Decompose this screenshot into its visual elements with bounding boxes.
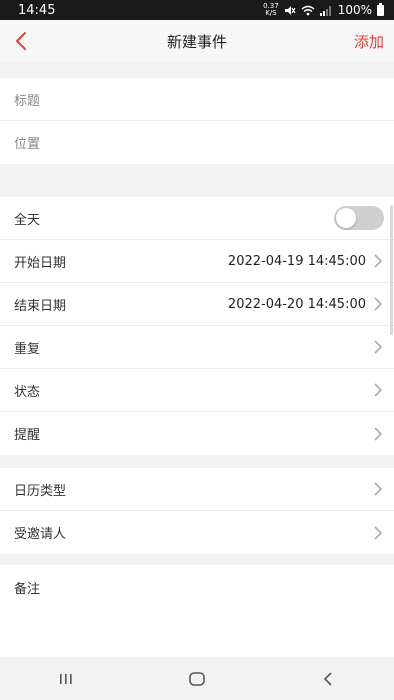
toggle-knob (336, 208, 356, 228)
title-row[interactable]: 标题 (0, 78, 394, 121)
chevron-right-icon (374, 482, 383, 496)
signal-icon (319, 5, 331, 16)
home-icon (189, 671, 205, 686)
reminder-label: 提醒 (14, 428, 41, 443)
back-button[interactable] (6, 20, 36, 62)
end-date-row[interactable]: 结束日期 2022-04-20 14:45:00 (0, 283, 394, 326)
invitees-row[interactable]: 受邀请人 (0, 511, 394, 554)
start-date-value: 2022-04-19 14:45:00 (227, 253, 366, 269)
all-day-toggle[interactable] (334, 206, 384, 230)
title-input[interactable]: 标题 (14, 90, 40, 109)
location-input[interactable]: 位置 (14, 133, 40, 152)
calendar-type-label: 日历类型 (14, 483, 67, 499)
repeat-label: 重复 (14, 341, 41, 357)
header-bar: 新建事件 添加 (0, 20, 394, 62)
basic-info-section: 标题 位置 (0, 78, 394, 164)
start-date-label: 开始日期 (14, 255, 67, 271)
all-day-label: 全天 (14, 212, 41, 228)
mute-icon (284, 5, 296, 15)
add-button[interactable]: 添加 (354, 20, 384, 62)
notes-section[interactable]: 备注 (0, 565, 394, 657)
status-bar: 14:45 0.37 K/S 100% (0, 0, 394, 20)
status-icons: 0.37 K/S 100% (263, 2, 384, 17)
home-button[interactable] (167, 657, 227, 700)
recents-button[interactable] (36, 657, 96, 700)
chevron-right-icon (374, 254, 383, 268)
recents-icon (59, 673, 72, 684)
notes-label: 备注 (14, 581, 41, 597)
extra-section: 日历类型 受邀请人 (0, 468, 394, 554)
start-date-row[interactable]: 开始日期 2022-04-19 14:45:00 (0, 240, 394, 283)
chevron-right-icon (374, 383, 383, 397)
end-date-label: 结束日期 (14, 298, 67, 314)
chevron-right-icon (374, 340, 383, 354)
invitees-label: 受邀请人 (14, 527, 67, 542)
chevron-right-icon (374, 426, 383, 441)
page-title: 新建事件 (166, 32, 227, 51)
scroll-indicator[interactable] (390, 205, 393, 335)
battery-icon (377, 2, 384, 16)
net-speed: 0.37 K/S (263, 3, 279, 17)
notes-input[interactable]: 备注 (0, 565, 394, 609)
calendar-type-row[interactable]: 日历类型 (0, 468, 394, 511)
back-icon (324, 671, 332, 686)
all-day-row: 全天 (0, 197, 394, 240)
schedule-section: 全天 开始日期 2022-04-19 14:45:00 结束日期 2022-04… (0, 197, 394, 455)
system-nav-bar (0, 657, 394, 700)
battery-text: 100% (337, 3, 372, 17)
status-row[interactable]: 状态 (0, 369, 394, 412)
location-row[interactable]: 位置 (0, 121, 394, 164)
status-time: 14:45 (18, 2, 56, 18)
status-label: 状态 (14, 384, 41, 400)
reminder-row[interactable]: 提醒 (0, 412, 394, 455)
chevron-left-icon (16, 32, 26, 50)
repeat-row[interactable]: 重复 (0, 326, 394, 369)
wifi-icon (301, 5, 315, 15)
end-date-value: 2022-04-20 14:45:00 (227, 296, 366, 312)
chevron-right-icon (374, 297, 383, 311)
chevron-right-icon (374, 525, 383, 540)
net-speed-unit: K/S (265, 9, 277, 17)
nav-back-button[interactable] (298, 657, 358, 700)
